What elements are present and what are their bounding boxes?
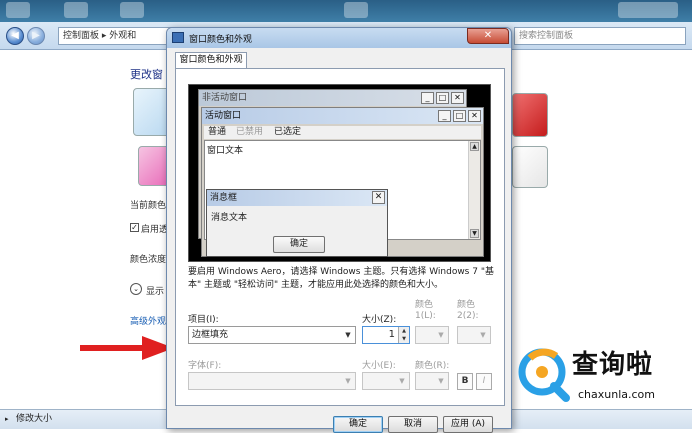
size-value: 1 [388,329,395,340]
show-mixer-label[interactable]: 显示 [146,284,164,297]
stepper-buttons[interactable]: ▲ ▼ [398,327,409,343]
size-stepper[interactable]: 1 ▲ ▼ [362,326,410,344]
scroll-up-icon: ▲ [470,142,479,151]
current-color-label: 当前颜色 [130,201,167,211]
preview-menubar: 普通 已禁用 已选定 [204,126,481,139]
watermark-text: 查询啦 [572,350,654,380]
preview-scrollbar: ▲ ▼ [468,141,480,239]
transparency-label: 启用透 [141,225,169,235]
font-size-label: 大小(E): [362,361,396,371]
watermark-logo-icon [518,348,570,402]
stepper-up-icon[interactable]: ▲ [399,327,409,335]
chevron-down-icon: ▼ [345,331,351,339]
chevron-down-icon[interactable]: ⌄ [130,283,142,295]
transparency-checkbox[interactable]: ✓ [130,223,139,232]
color2-select[interactable]: ▼ [457,326,491,344]
msgbox-text: 消息文本 [211,213,248,223]
item-label: 项目(I): [188,315,219,325]
color2-label: 颜色 2(2): [457,300,479,321]
color1-label: 颜色 1(L): [415,300,436,321]
italic-button[interactable]: I [476,373,492,390]
chevron-down-icon: ▼ [480,331,486,339]
font-color-label: 颜色(R): [415,361,450,371]
window-icon [172,32,184,43]
taskbar-strip [0,0,692,22]
page-heading: 更改窗 [130,68,163,81]
window-text: 窗口文本 [207,146,244,156]
color1-select[interactable]: ▼ [415,326,449,344]
dialog-titlebar[interactable]: 窗口颜色和外观 ✕ [167,28,511,48]
stepper-down-icon[interactable]: ▼ [399,335,409,343]
size-label: 大小(Z): [362,315,397,325]
status-text: 修改大小 [16,414,53,424]
msgbox-ok-button: 确定 [273,236,325,253]
font-select[interactable]: ▼ [188,372,356,390]
maximize-icon: □ [436,92,449,104]
color-swatch-red[interactable] [512,93,548,137]
taskbar-thumb[interactable] [344,2,368,18]
chevron-down-icon: ▼ [345,377,351,385]
chevron-down-icon: ▼ [438,377,444,385]
minimize-icon: _ [438,110,451,122]
maximize-icon: □ [453,110,466,122]
back-button[interactable]: ◀ [6,27,24,45]
expand-arrow-icon[interactable]: ▸ [5,410,9,428]
item-value: 边框填充 [192,330,229,340]
ok-button[interactable]: 确定 [333,416,383,433]
taskbar-thumb[interactable] [120,2,144,18]
msgbox-title: 消息框 [207,190,387,206]
taskbar-thumb[interactable] [6,2,30,18]
red-arrow-icon [80,336,174,360]
chevron-down-icon: ▼ [399,377,405,385]
scroll-down-icon: ▼ [470,229,479,238]
dialog-title: 窗口颜色和外观 [189,35,253,45]
cancel-button[interactable]: 取消 [388,416,438,433]
taskbar-thumb[interactable] [64,2,88,18]
tab-window-color[interactable]: 窗口颜色和外观 [175,52,247,69]
close-icon: ✕ [372,191,385,204]
font-color-select[interactable]: ▼ [415,372,449,390]
color-swatch-frost[interactable] [512,146,548,188]
watermark-url: chaxunla.com [578,388,655,401]
menu-disabled: 已禁用 [236,127,264,137]
window-color-dialog: 窗口颜色和外观 ✕ 窗口颜色和外观 非活动窗口 _ □ ✕ 活动窗口 _ □ ✕… [166,27,512,433]
menu-normal: 普通 [208,127,227,137]
close-icon: ✕ [451,92,464,104]
search-input[interactable]: 搜索控制面板 [514,27,686,45]
advanced-appearance-link[interactable]: 高级外观 [130,314,166,327]
chevron-down-icon: ▼ [438,331,444,339]
menu-selected: 已选定 [274,127,302,137]
bold-button[interactable]: B [457,373,473,390]
font-size-select[interactable]: ▼ [362,372,410,390]
close-icon: ✕ [468,110,481,122]
intensity-label: 颜色浓度 [130,255,167,265]
minimize-icon: _ [421,92,434,104]
window-controls[interactable] [618,2,678,18]
aero-description: 要启用 Windows Aero，请选择 Windows 主题。只有选择 Win… [188,267,494,290]
font-label: 字体(F): [188,361,222,371]
preview-message-box: 消息框 ✕ 消息文本 确定 [206,189,388,257]
apply-button[interactable]: 应用 (A) [443,416,493,433]
forward-button[interactable]: ▶ [27,27,45,45]
item-select[interactable]: 边框填充 ▼ [188,326,356,344]
close-button[interactable]: ✕ [467,28,509,44]
